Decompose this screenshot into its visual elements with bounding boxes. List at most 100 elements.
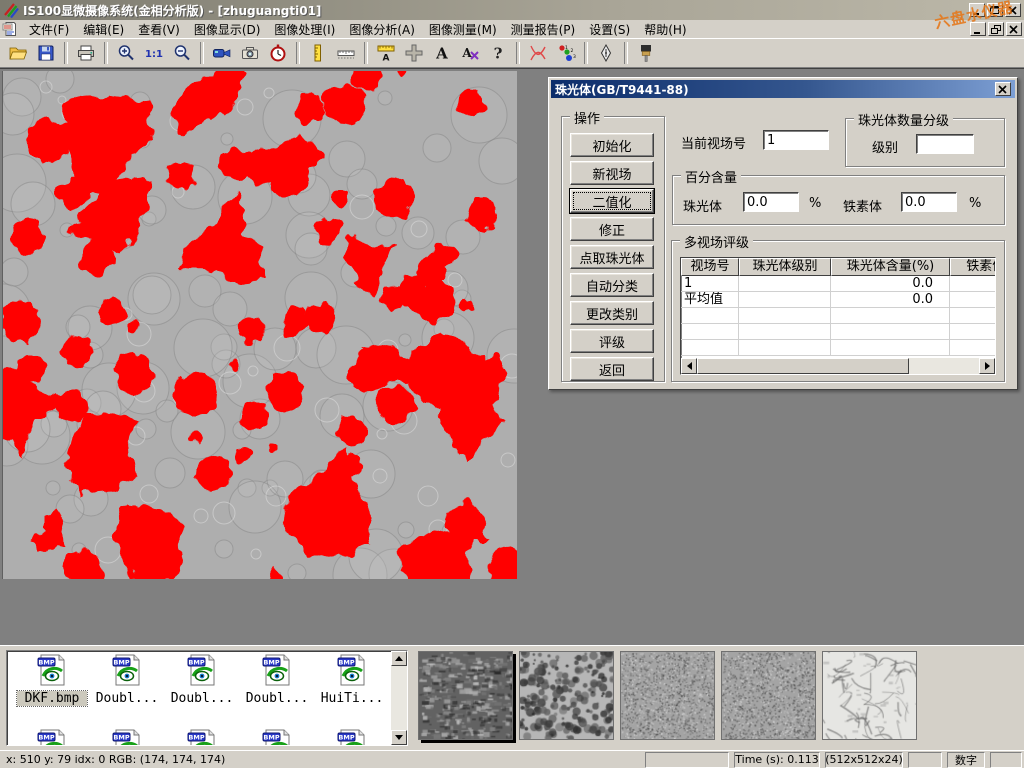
pearlite-label: 珠光体 — [683, 196, 722, 215]
dialog-close-button[interactable] — [995, 82, 1011, 96]
file-name[interactable]: Doubl... — [242, 691, 312, 706]
brush-tool-button[interactable] — [633, 40, 659, 65]
open-folder-icon — [8, 43, 28, 63]
file-item-partial[interactable]: BMP — [242, 729, 312, 746]
table-column-header[interactable]: 珠光体含量(%) — [831, 258, 950, 276]
table-row[interactable] — [681, 308, 995, 324]
scroll-left-button[interactable] — [681, 358, 697, 374]
table-cell — [681, 308, 739, 324]
dialog-button-new-field[interactable]: 新视场 — [570, 161, 654, 185]
ruler-horizontal-button[interactable] — [333, 40, 359, 65]
actual-size-button[interactable]: 1:1 — [141, 40, 167, 65]
dialog-button-pick-pearlite[interactable]: 点取珠光体 — [570, 245, 654, 269]
current-field-input[interactable] — [763, 130, 829, 150]
help-button[interactable]: ? — [485, 40, 511, 65]
menu-item[interactable]: 查看(V) — [131, 22, 187, 38]
marker-points-button[interactable]: 123 — [553, 40, 579, 65]
menu-item[interactable]: 图像处理(I) — [267, 22, 342, 38]
move-tool-button[interactable] — [401, 40, 427, 65]
menu-item[interactable]: 帮助(H) — [637, 22, 693, 38]
dialog-button-correct[interactable]: 修正 — [570, 217, 654, 241]
grade-input[interactable] — [916, 134, 974, 154]
video-camera-button[interactable] — [209, 40, 235, 65]
text-tool-button[interactable]: A — [429, 40, 455, 65]
file-name[interactable]: HuiTi... — [317, 691, 387, 706]
dialog-button-change-class[interactable]: 更改类别 — [570, 301, 654, 325]
pearlite-percent-input[interactable] — [743, 192, 799, 212]
dialog-button-return[interactable]: 返回 — [570, 357, 654, 381]
dialog-title-bar[interactable]: 珠光体(GB/T9441-88) — [551, 80, 1015, 98]
image-thumbnail[interactable] — [822, 651, 917, 740]
menu-item[interactable]: 文件(F) — [22, 22, 76, 38]
scroll-up-button[interactable] — [391, 651, 407, 666]
open-folder-button[interactable] — [5, 40, 31, 65]
menu-item[interactable]: 测量报告(P) — [504, 22, 583, 38]
stopwatch-button[interactable] — [265, 40, 291, 65]
save-button[interactable] — [33, 40, 59, 65]
print-button[interactable] — [73, 40, 99, 65]
dialog-button-init[interactable]: 初始化 — [570, 133, 654, 157]
table-row[interactable] — [681, 324, 995, 340]
zoom-out-button[interactable] — [169, 40, 195, 65]
image-thumbnail[interactable] — [418, 651, 513, 740]
table-row[interactable]: 10.0 — [681, 276, 995, 292]
file-name[interactable]: DKF.bmp — [17, 691, 87, 706]
file-item[interactable]: BMPDKF.bmp — [17, 654, 87, 706]
close-button[interactable] — [1005, 3, 1021, 17]
menu-item[interactable]: 图像分析(A) — [342, 22, 422, 38]
scroll-right-button[interactable] — [979, 358, 995, 374]
minimize-button[interactable] — [969, 3, 985, 17]
mdi-minimize-button[interactable] — [970, 22, 986, 36]
menu-item[interactable]: 设置(S) — [582, 22, 637, 38]
file-item[interactable]: BMPDoubl... — [92, 654, 162, 706]
dialog-title: 珠光体(GB/T9441-88) — [555, 81, 689, 98]
file-item-partial[interactable]: BMP — [167, 729, 237, 746]
curve-tool-button[interactable] — [525, 40, 551, 65]
file-item-partial[interactable]: BMP — [17, 729, 87, 746]
document-icon[interactable] — [2, 21, 18, 37]
mdi-restore-button[interactable] — [988, 22, 1004, 36]
image-thumbnail[interactable] — [519, 651, 614, 740]
bottom-panel: BMPDKF.bmpBMPDoubl...BMPDoubl...BMPDoubl… — [0, 645, 1024, 750]
multi-field-group: 多视场评级 视场号珠光体级别珠光体含量(%)铁素体含量(%) 10.0平均值0.… — [671, 240, 1005, 382]
file-item-partial[interactable]: BMP — [317, 729, 387, 746]
file-item[interactable]: BMPDoubl... — [242, 654, 312, 706]
menu-item[interactable]: 图像显示(D) — [187, 22, 268, 38]
image-thumbnail[interactable] — [620, 651, 715, 740]
table-row[interactable]: 平均值0.0 — [681, 292, 995, 308]
h-scroll-thumb[interactable] — [697, 358, 909, 374]
file-item[interactable]: BMPDoubl... — [167, 654, 237, 706]
image-thumbnail[interactable] — [721, 651, 816, 740]
menu-item[interactable]: 编辑(E) — [76, 22, 131, 38]
table-column-header[interactable]: 珠光体级别 — [739, 258, 831, 276]
ruler-vertical-button[interactable] — [305, 40, 331, 65]
zoom-in-button[interactable] — [113, 40, 139, 65]
file-list-scrollbar[interactable] — [391, 651, 407, 745]
multi-field-table[interactable]: 视场号珠光体级别珠光体含量(%)铁素体含量(%) 10.0平均值0.0 — [680, 257, 996, 375]
file-name[interactable]: Doubl... — [167, 691, 237, 706]
video-camera-icon — [212, 43, 232, 63]
dialog-button-grade[interactable]: 评级 — [570, 329, 654, 353]
dialog-button-binarize[interactable]: 二值化 — [570, 189, 654, 213]
dialog-button-auto-classify[interactable]: 自动分类 — [570, 273, 654, 297]
file-name[interactable]: Doubl... — [92, 691, 162, 706]
calibration-ruler-button[interactable]: A — [373, 40, 399, 65]
mdi-close-button[interactable] — [1006, 22, 1022, 36]
pen-tool-button[interactable] — [593, 40, 619, 65]
file-item-partial[interactable]: BMP — [92, 729, 162, 746]
table-column-header[interactable]: 视场号 — [681, 258, 739, 276]
scroll-down-button[interactable] — [391, 730, 407, 745]
table-column-header[interactable]: 铁素体含量(%) — [950, 258, 996, 276]
svg-text:BMP: BMP — [38, 734, 54, 742]
menu-item[interactable]: 图像测量(M) — [422, 22, 504, 38]
maximize-button[interactable] — [987, 3, 1003, 17]
status-time-panel: Time (s): 0.113 — [734, 752, 820, 768]
table-cell: 1 — [681, 276, 739, 292]
metallographic-image[interactable] — [2, 71, 516, 579]
ferrite-percent-input[interactable] — [901, 192, 957, 212]
table-row[interactable] — [681, 340, 995, 356]
camera-button[interactable] — [237, 40, 263, 65]
file-item[interactable]: BMPHuiTi... — [317, 654, 387, 706]
table-h-scrollbar[interactable] — [681, 358, 995, 374]
text-delete-button[interactable]: A — [457, 40, 483, 65]
